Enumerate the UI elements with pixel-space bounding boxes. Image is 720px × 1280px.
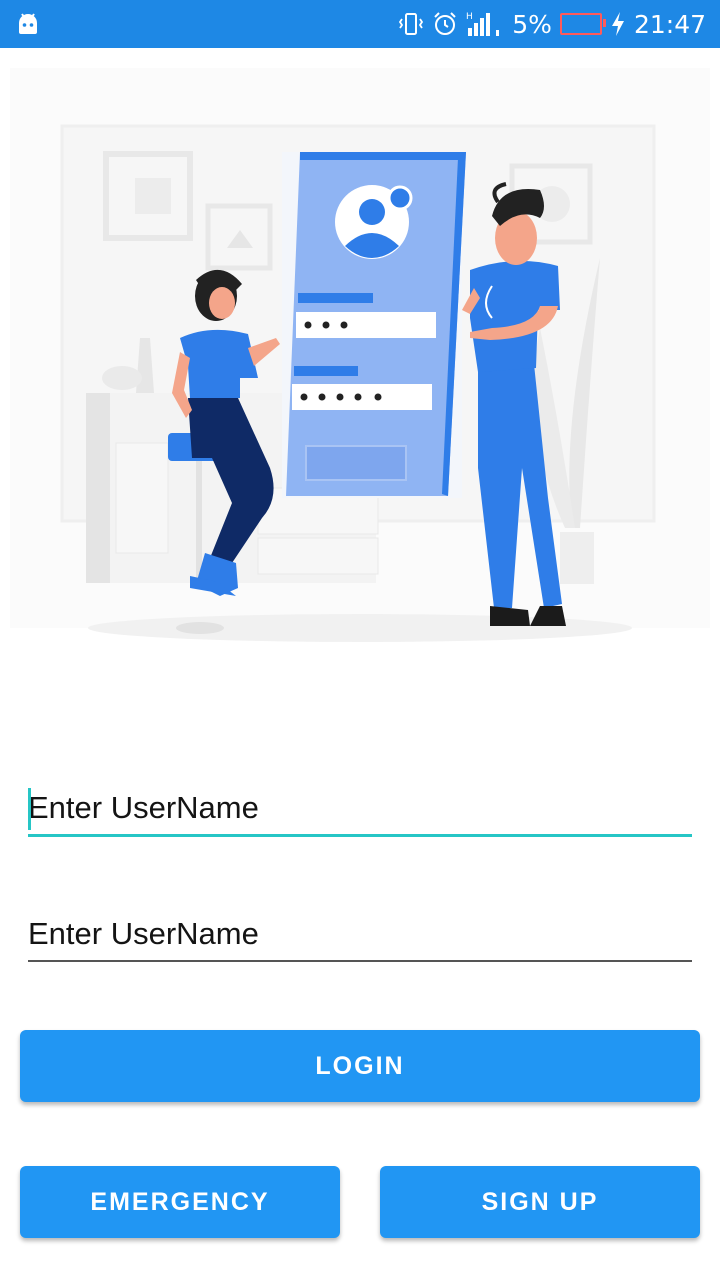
username-input[interactable] [28, 780, 692, 836]
sign-up-button[interactable]: SIGN UP [380, 1166, 700, 1238]
svg-text:H: H [466, 12, 473, 22]
signal-icon: H [466, 12, 500, 36]
alarm-icon [434, 12, 456, 35]
status-bar: H 5% 21:47 [0, 0, 720, 48]
android-icon [19, 13, 37, 34]
status-time: 21:47 [633, 9, 706, 39]
battery-icon [559, 13, 606, 35]
login-button[interactable]: LOGIN [20, 1030, 700, 1102]
login-illustration [0, 48, 720, 748]
text-cursor [28, 788, 31, 830]
emergency-button[interactable]: EMERGENCY [20, 1166, 340, 1238]
password-field-container [28, 906, 692, 966]
username-underline [28, 834, 692, 837]
password-input[interactable] [28, 906, 692, 962]
charging-icon [611, 12, 624, 36]
battery-percent: 5% [512, 9, 552, 39]
password-underline [28, 960, 692, 962]
vibrate-icon [399, 13, 424, 35]
username-field-container [28, 780, 692, 840]
